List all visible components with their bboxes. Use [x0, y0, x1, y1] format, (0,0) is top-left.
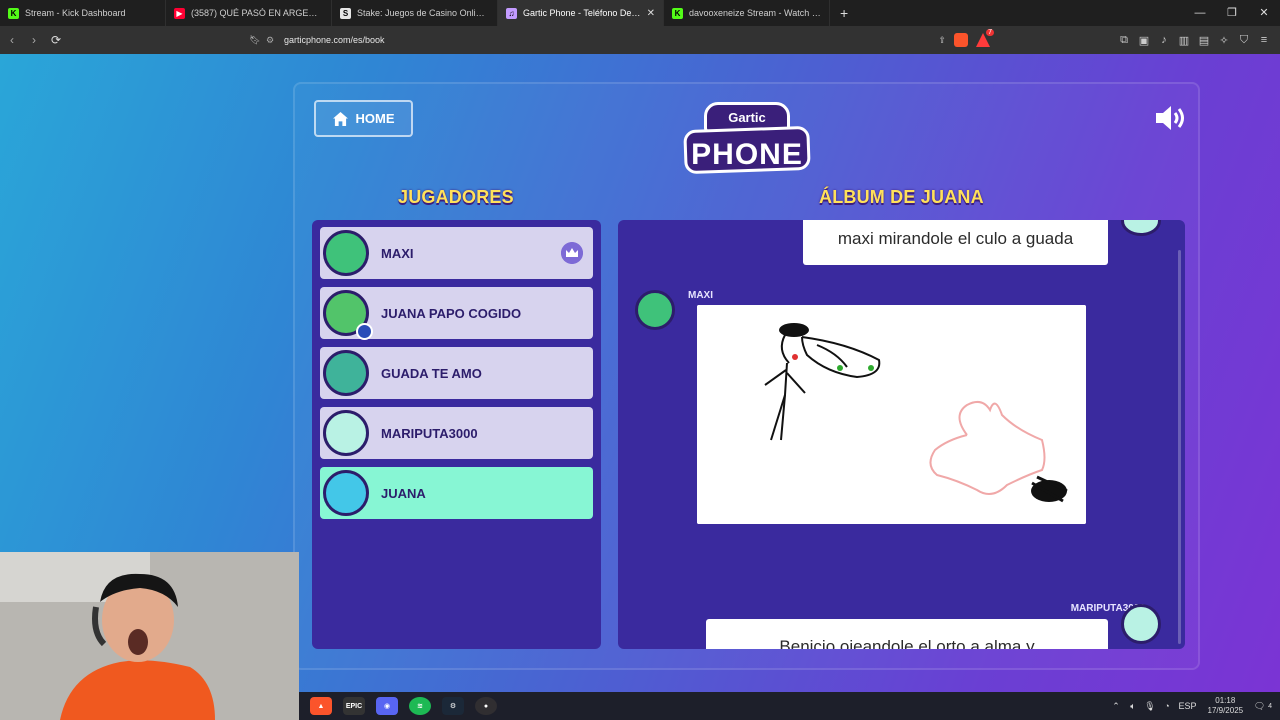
gartic-phone-logo: Gartic PHONE — [683, 98, 811, 176]
spotify-icon[interactable]: ≋ — [409, 697, 431, 715]
home-label: HOME — [355, 111, 395, 126]
restore-icon[interactable]: ❐ — [1216, 0, 1248, 26]
chevron-up-icon[interactable]: ⌃ — [1108, 701, 1125, 712]
album-entry-text: maxi mirandole el culo a guada — [803, 220, 1108, 265]
player-mariputa3000[interactable]: MARIPUTA3000 — [320, 407, 593, 459]
forward-icon[interactable]: › — [24, 33, 44, 47]
site-info-icon[interactable]: ⚙ — [266, 35, 284, 46]
microphone-icon[interactable]: 🎙︎ — [1142, 701, 1159, 712]
kick-icon: K — [8, 7, 19, 19]
crown-icon — [561, 242, 583, 264]
menu-icon[interactable]: ≡ — [1254, 34, 1274, 46]
players-title: JUGADORES — [398, 187, 514, 207]
tab-stake[interactable]: S Stake: Juegos de Casino Online y Ap — [332, 0, 498, 26]
player-juana-papo-cogido[interactable]: JUANA PAPO COGIDO — [320, 287, 593, 340]
epic-games-icon[interactable]: EPIC — [343, 697, 365, 715]
rewards-badge: 7 — [986, 29, 994, 36]
extensions-icon[interactable]: ⧉ — [1114, 34, 1134, 47]
extension-toolbar: ⧉ ▣ ♪ ▥ ▤ ✧ ⛉ ≡ — [1114, 26, 1274, 54]
entry2-avatar — [635, 290, 675, 330]
leo-icon[interactable]: ✧ — [1214, 34, 1234, 47]
album-entry-text: Benicio ojeandole el orto a alma y pensa… — [706, 619, 1108, 649]
player-name: MARIPUTA3000 — [381, 425, 478, 441]
home-icon — [332, 111, 348, 126]
tab-title: Gartic Phone - Teléfono Dese — [523, 8, 641, 18]
player-avatar — [323, 470, 369, 516]
language-indicator[interactable]: ESP — [1176, 701, 1200, 711]
home-button[interactable]: HOME — [314, 100, 413, 137]
player-maxi[interactable]: MAXI — [320, 227, 593, 279]
window-controls: — ❐ ✕ — [1184, 0, 1280, 26]
new-tab-button[interactable]: + — [830, 5, 858, 21]
audio-playing-icon: ♫ — [506, 7, 517, 19]
album-entry-author: MAXI — [688, 290, 713, 301]
player-avatar — [323, 230, 369, 276]
tab-davooxeneize[interactable]: K davooxeneize Stream - Watch Live o — [664, 0, 830, 26]
tab-youtube[interactable]: ▶ (3587) QUÉ PASÓ EN ARGENTINA? | — [166, 0, 332, 26]
webcam-overlay — [0, 552, 299, 720]
clock-date: 17/9/2025 — [1207, 706, 1244, 715]
sound-icon[interactable] — [1154, 104, 1188, 132]
network-icon[interactable]: ◔ — [1159, 701, 1176, 711]
obs-icon[interactable]: ● — [475, 697, 497, 715]
album-scrollbar[interactable] — [1178, 250, 1181, 644]
reload-icon[interactable]: ⟳ — [46, 33, 66, 47]
back-icon[interactable]: ‹ — [2, 33, 22, 47]
system-tray: ⌃ 🔈︎ 🎙︎ ◔ ESP 01:18 17/9/2025 🗨︎ 4 — [1108, 692, 1272, 720]
player-guada-te-amo[interactable]: GUADA TE AMO — [320, 347, 593, 399]
player-juana[interactable]: JUANA — [320, 467, 593, 519]
tab-title: (3587) QUÉ PASÓ EN ARGENTINA? | — [191, 8, 323, 18]
album-panel: maxi mirandole el culo a guada MAXI MARI… — [618, 220, 1185, 649]
speaker-icon[interactable]: 🔈︎ — [1125, 701, 1142, 712]
youtube-icon: ▶ — [174, 7, 185, 19]
minimize-icon[interactable]: — — [1184, 0, 1216, 26]
clock[interactable]: 01:18 17/9/2025 — [1208, 696, 1244, 716]
brave-icon[interactable]: ▲ — [310, 697, 332, 715]
logo-big-text: PHONE — [691, 138, 803, 171]
album-drawing — [697, 305, 1086, 524]
taskbar: ▲ EPIC ◉ ≋ ⚙ ● ⌃ 🔈︎ 🎙︎ ◔ ESP 01:18 17/9/… — [299, 692, 1280, 720]
stake-icon: S — [340, 7, 351, 19]
steam-icon[interactable]: ⚙ — [442, 697, 464, 715]
vpn-icon[interactable]: ⛉ — [1234, 34, 1254, 47]
clock-time: 01:18 — [1215, 696, 1236, 705]
kick-icon: K — [672, 7, 683, 19]
logo-small-text: Gartic — [728, 110, 766, 125]
notification-count: 4 — [1268, 702, 1272, 710]
tab-gartic-phone[interactable]: ♫ Gartic Phone - Teléfono Dese ✕ — [498, 0, 664, 26]
player-name: JUANA PAPO COGIDO — [381, 305, 522, 321]
entry1-avatar — [1121, 220, 1161, 236]
sidebar-icon[interactable]: ▥ — [1174, 34, 1194, 47]
browser-tab-bar: K Stream - Kick Dashboard ▶ (3587) QUÉ P… — [0, 0, 1280, 26]
discord-icon[interactable]: ◉ — [376, 697, 398, 715]
album-title: ÁLBUM DE JUANA — [819, 187, 984, 207]
url-text: garticphone.com/es/book — [284, 35, 385, 45]
screenshot-icon[interactable]: ▣ — [1134, 34, 1154, 47]
webcam-person — [0, 552, 299, 720]
tab-title: davooxeneize Stream - Watch Live o — [689, 8, 821, 18]
player-avatar — [323, 350, 369, 396]
player-avatar — [323, 290, 373, 340]
tab-kick-dashboard[interactable]: K Stream - Kick Dashboard — [0, 0, 166, 26]
address-bar[interactable]: 🔖︎ ⚙ garticphone.com/es/book ⇪ 7 — [244, 29, 994, 51]
tab-title: Stake: Juegos de Casino Online y Ap — [357, 8, 489, 18]
player-name: MAXI — [381, 245, 414, 261]
share-icon[interactable]: ⇪ — [938, 35, 946, 46]
players-panel: MAXI JUANA PAPO COGIDO GUADA TE AMO MARI… — [312, 220, 601, 649]
notifications-icon[interactable]: 🗨︎ — [1251, 701, 1268, 712]
player-name: JUANA — [381, 485, 426, 501]
wallet-icon[interactable]: ▤ — [1194, 34, 1214, 47]
close-window-icon[interactable]: ✕ — [1248, 0, 1280, 26]
brave-shield-icon[interactable] — [954, 33, 968, 47]
player-name: GUADA TE AMO — [381, 365, 482, 381]
close-icon[interactable]: ✕ — [647, 8, 655, 19]
bookmark-icon[interactable]: 🔖︎ — [244, 35, 266, 46]
browser-nav-bar: ‹ › ⟳ 🔖︎ ⚙ garticphone.com/es/book ⇪ 7 ⧉… — [0, 26, 1280, 54]
media-icon[interactable]: ♪ — [1154, 34, 1174, 46]
entry3-avatar — [1121, 604, 1161, 644]
user-icon — [356, 323, 373, 340]
tab-title: Stream - Kick Dashboard — [25, 8, 126, 18]
player-avatar — [323, 410, 369, 456]
